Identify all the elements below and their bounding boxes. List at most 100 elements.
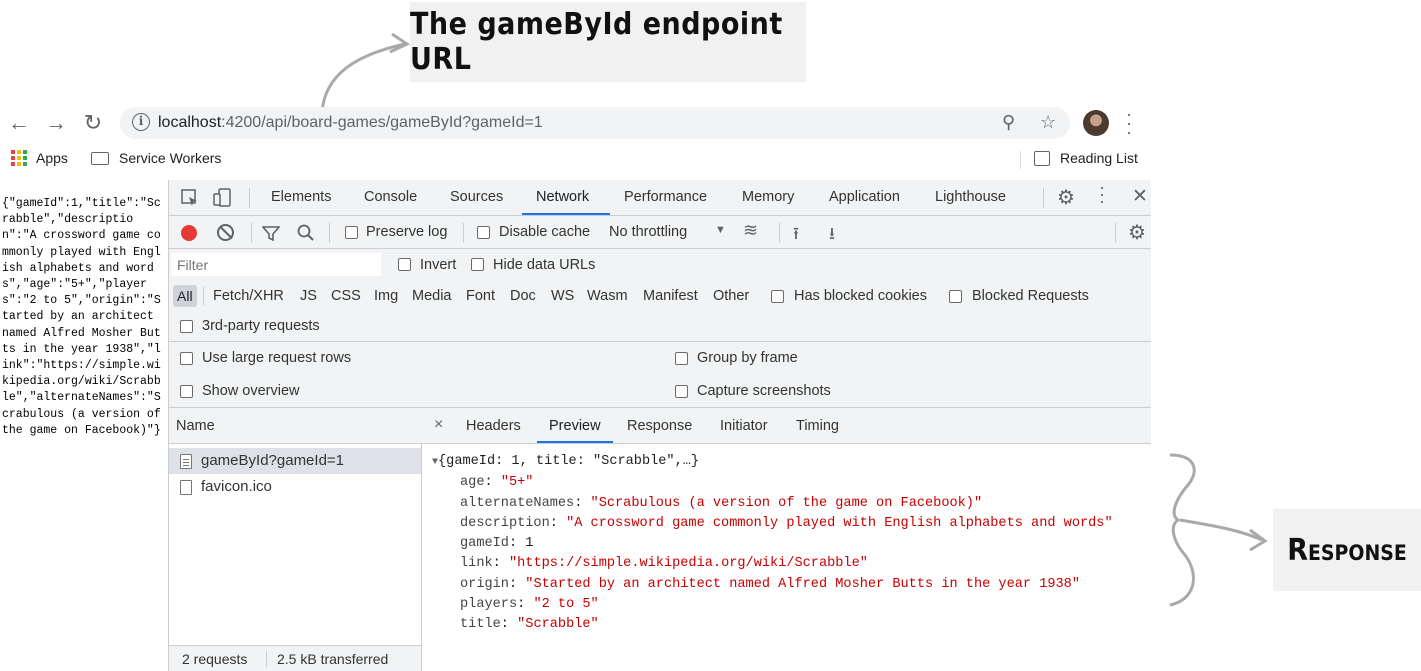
detail-tab-bar: × Headers Preview Response Initiator Tim… xyxy=(422,408,1151,444)
import-har-icon[interactable]: ⭱ xyxy=(793,221,799,250)
json-preview-tree: ▼{gameId: 1, title: "Scrabble",…} age: "… xyxy=(422,452,1113,636)
json-field-value: "5+" xyxy=(500,475,534,491)
bookmark-apps[interactable]: Apps xyxy=(11,150,68,166)
raw-json-response: {"gameId":1,"title":"Scrabble","descript… xyxy=(2,197,168,437)
devtools-tab-bar: Elements Console Sources Network Perform… xyxy=(169,178,1151,216)
detail-tab-preview[interactable]: Preview xyxy=(549,418,601,434)
capture-screenshots-checkbox[interactable] xyxy=(675,385,688,398)
tab-sources[interactable]: Sources xyxy=(450,189,503,205)
has-blocked-cookies-label: Has blocked cookies xyxy=(794,288,927,304)
inspect-element-icon[interactable] xyxy=(181,189,199,207)
settings-gear-icon[interactable]: ⚙ xyxy=(1057,185,1075,210)
detail-tab-headers[interactable]: Headers xyxy=(466,418,521,434)
device-toolbar-icon[interactable] xyxy=(213,188,233,208)
request-row[interactable]: favicon.ico xyxy=(169,474,421,500)
resource-type-filters: All Fetch/XHR JS CSS Img Media Font Doc … xyxy=(169,281,1151,311)
tab-elements[interactable]: Elements xyxy=(271,189,331,205)
type-filter-font[interactable]: Font xyxy=(466,288,495,304)
reload-icon[interactable]: ↻ xyxy=(80,110,106,136)
back-arrow-icon[interactable]: ← xyxy=(6,110,32,136)
zoom-icon[interactable]: ⚲ xyxy=(1002,112,1015,133)
search-icon[interactable] xyxy=(297,224,315,242)
name-column-header[interactable]: Name xyxy=(169,408,422,444)
show-overview-checkbox[interactable] xyxy=(180,385,193,398)
type-filter-media[interactable]: Media xyxy=(412,288,452,304)
address-bar[interactable]: i localhost:4200/api/board-games/gameByI… xyxy=(120,107,1070,139)
large-rows-checkbox[interactable] xyxy=(180,352,193,365)
star-icon[interactable]: ☆ xyxy=(1040,112,1056,133)
close-devtools-icon[interactable]: ✕ xyxy=(1132,185,1148,208)
devtools-menu-icon[interactable]: · · · xyxy=(1099,178,1105,210)
json-field-value: "Started by an architect named Alfred Mo… xyxy=(525,576,1080,592)
tab-lighthouse[interactable]: Lighthouse xyxy=(935,189,1006,205)
request-row[interactable]: gameById?gameId=1 xyxy=(169,448,421,474)
json-root-node[interactable]: ▼{gameId: 1, title: "Scrabble",…} xyxy=(422,452,1113,473)
filter-input[interactable] xyxy=(171,253,381,276)
type-filter-wasm[interactable]: Wasm xyxy=(587,288,628,304)
type-filter-js[interactable]: JS xyxy=(300,288,317,304)
type-filter-other[interactable]: Other xyxy=(713,288,749,304)
network-settings-gear-icon[interactable]: ⚙ xyxy=(1128,220,1146,245)
blocked-requests-checkbox[interactable] xyxy=(949,290,962,303)
detail-tab-initiator[interactable]: Initiator xyxy=(720,418,768,434)
json-field-row: gameId: 1 xyxy=(422,534,1113,554)
invert-checkbox[interactable] xyxy=(398,258,411,271)
type-filter-css[interactable]: CSS xyxy=(331,288,361,304)
hide-data-urls-checkbox[interactable] xyxy=(471,258,484,271)
preserve-log-checkbox[interactable] xyxy=(345,226,358,239)
response-pointer-arrowhead xyxy=(1249,528,1268,552)
json-fields: age: "5+" alternateNames: "Scrabulous (a … xyxy=(422,473,1113,635)
toolbar-separator xyxy=(203,287,204,305)
bookmark-apps-label: Apps xyxy=(36,150,68,166)
kebab-menu-icon[interactable]: · · · xyxy=(1126,105,1132,141)
json-colon: : xyxy=(574,495,591,511)
reading-list-button[interactable]: Reading List xyxy=(1034,150,1138,166)
tab-application[interactable]: Application xyxy=(829,189,900,205)
record-icon[interactable] xyxy=(181,225,197,241)
url-path: :4200/api/board-games/gameById?gameId=1 xyxy=(221,114,543,131)
type-filter-manifest[interactable]: Manifest xyxy=(643,288,698,304)
json-colon: : xyxy=(492,556,509,572)
throttling-select[interactable]: No throttling xyxy=(609,224,687,240)
type-filter-fetch-xhr[interactable]: Fetch/XHR xyxy=(213,288,284,304)
detail-tab-timing[interactable]: Timing xyxy=(796,418,839,434)
disable-cache-checkbox[interactable] xyxy=(477,226,490,239)
chevron-down-icon[interactable]: ▼ xyxy=(715,224,726,236)
json-field-row: title: "Scrabble" xyxy=(422,615,1113,635)
avatar[interactable] xyxy=(1083,110,1109,136)
name-column-label: Name xyxy=(176,418,215,434)
close-detail-icon[interactable]: × xyxy=(434,416,443,434)
filter-row: Invert Hide data URLs xyxy=(169,249,1151,281)
json-field-key: description xyxy=(460,515,550,531)
json-field-row: players: "2 to 5" xyxy=(422,595,1113,615)
disable-cache-label: Disable cache xyxy=(499,224,591,240)
hide-data-urls-label: Hide data URLs xyxy=(493,257,596,273)
tab-memory[interactable]: Memory xyxy=(742,189,794,205)
json-field-value: "https://simple.wikipedia.org/wiki/Scrab… xyxy=(508,556,868,572)
export-har-icon[interactable]: ⭳ xyxy=(829,221,835,250)
response-callout: Response xyxy=(1273,509,1421,591)
invert-label: Invert xyxy=(420,257,457,273)
url-text[interactable]: localhost:4200/api/board-games/gameById?… xyxy=(158,114,543,132)
filter-icon[interactable] xyxy=(262,225,280,242)
tab-performance[interactable]: Performance xyxy=(624,189,707,205)
clear-icon[interactable] xyxy=(217,224,234,241)
response-callout-text: Response xyxy=(1287,532,1407,568)
tab-network[interactable]: Network xyxy=(536,189,589,205)
group-by-frame-checkbox[interactable] xyxy=(675,352,688,365)
type-filter-img[interactable]: Img xyxy=(374,288,398,304)
request-detail-pane: × Headers Preview Response Initiator Tim… xyxy=(422,408,1151,671)
tab-console[interactable]: Console xyxy=(364,189,417,205)
third-party-checkbox[interactable] xyxy=(180,320,193,333)
detail-tab-response[interactable]: Response xyxy=(627,418,692,434)
type-filter-doc[interactable]: Doc xyxy=(510,288,536,304)
has-blocked-cookies-checkbox[interactable] xyxy=(771,290,784,303)
info-icon[interactable]: i xyxy=(132,113,150,131)
json-field-row: origin: "Started by an architect named A… xyxy=(422,575,1113,595)
type-filter-all[interactable]: All xyxy=(173,285,197,307)
forward-arrow-icon[interactable]: → xyxy=(43,110,69,136)
json-colon: : xyxy=(549,515,567,531)
network-conditions-icon[interactable]: ≋ xyxy=(743,220,758,241)
type-filter-ws[interactable]: WS xyxy=(551,288,574,304)
bookmark-service-workers[interactable]: Service Workers xyxy=(91,150,221,166)
